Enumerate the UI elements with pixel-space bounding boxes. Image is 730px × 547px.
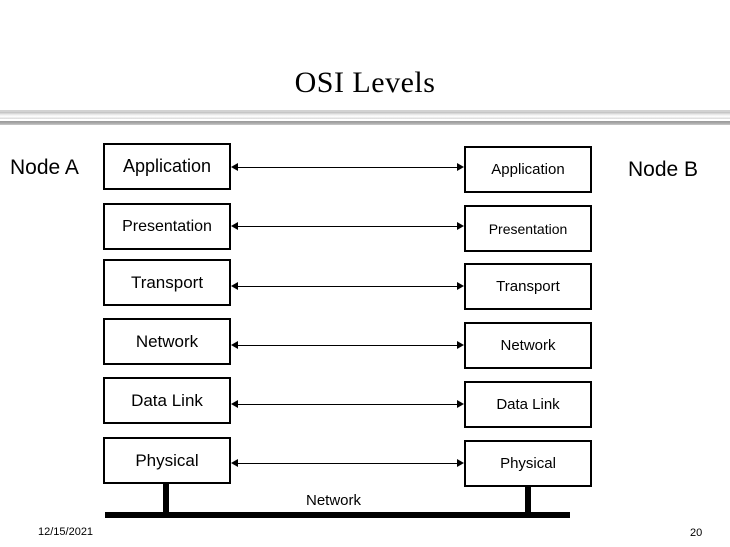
right-layer-box-presentation[interactable]: Presentation xyxy=(464,205,592,252)
arrow-shaft xyxy=(237,286,458,287)
node-a-label: Node A xyxy=(10,156,79,179)
network-bus-label: Network xyxy=(306,492,362,509)
right-layer-label-physical: Physical xyxy=(500,455,556,472)
left-layer-label-data-link: Data Link xyxy=(131,390,203,410)
footer-date: 12/15/2021 xyxy=(38,526,94,538)
slide-canvas: OSI Levels Node A Node B Application Pre… xyxy=(0,0,730,547)
network-bus-bar xyxy=(105,512,570,518)
right-layer-box-transport[interactable]: Transport xyxy=(464,263,592,310)
right-layer-box-network[interactable]: Network xyxy=(464,322,592,369)
left-layer-box-transport[interactable]: Transport xyxy=(103,259,231,306)
bus-drop-left xyxy=(163,484,169,513)
arrow-shaft xyxy=(237,404,458,405)
arrow-shaft xyxy=(237,463,458,464)
right-layer-box-physical[interactable]: Physical xyxy=(464,440,592,487)
arrow-head-right-icon xyxy=(457,341,464,349)
right-layer-label-transport: Transport xyxy=(496,278,560,295)
right-layer-label-application: Application xyxy=(491,161,565,178)
right-layer-label-data-link: Data Link xyxy=(496,396,560,413)
arrow-head-right-icon xyxy=(457,400,464,408)
left-layer-box-data-link[interactable]: Data Link xyxy=(103,377,231,424)
arrow-shaft xyxy=(237,345,458,346)
divider-bottom-edge xyxy=(0,121,730,125)
arrow-head-right-icon xyxy=(457,222,464,230)
node-b-label: Node B xyxy=(628,158,699,181)
right-layer-label-presentation: Presentation xyxy=(488,220,568,237)
right-layer-label-network: Network xyxy=(500,337,556,354)
left-layer-box-network[interactable]: Network xyxy=(103,318,231,365)
peer-arrow-data-link xyxy=(231,400,464,409)
footer-page-number: 20 xyxy=(690,527,703,539)
left-layer-label-transport: Transport xyxy=(130,272,204,292)
left-layer-label-physical: Physical xyxy=(135,450,199,470)
divider-highlight-band xyxy=(0,112,730,119)
bus-drop-right xyxy=(525,487,531,513)
peer-arrow-transport xyxy=(231,282,464,291)
right-layer-box-application[interactable]: Application xyxy=(464,146,592,193)
peer-arrow-physical xyxy=(231,459,464,468)
peer-arrow-network xyxy=(231,341,464,350)
left-layer-label-network: Network xyxy=(135,331,199,351)
page-title: OSI Levels xyxy=(294,66,436,99)
left-layer-box-application[interactable]: Application xyxy=(103,143,231,190)
peer-arrow-presentation xyxy=(231,222,464,231)
left-layer-label-presentation: Presentation xyxy=(122,217,212,235)
peer-arrow-application xyxy=(231,163,464,172)
arrow-shaft xyxy=(237,167,458,168)
left-layer-label-application: Application xyxy=(122,156,212,176)
arrow-shaft xyxy=(237,226,458,227)
left-layer-box-physical[interactable]: Physical xyxy=(103,437,231,484)
left-layer-box-presentation[interactable]: Presentation xyxy=(103,203,231,250)
right-layer-box-data-link[interactable]: Data Link xyxy=(464,381,592,428)
title-divider-rule xyxy=(0,110,730,125)
arrow-head-right-icon xyxy=(457,282,464,290)
arrow-head-right-icon xyxy=(457,163,464,171)
arrow-head-right-icon xyxy=(457,459,464,467)
